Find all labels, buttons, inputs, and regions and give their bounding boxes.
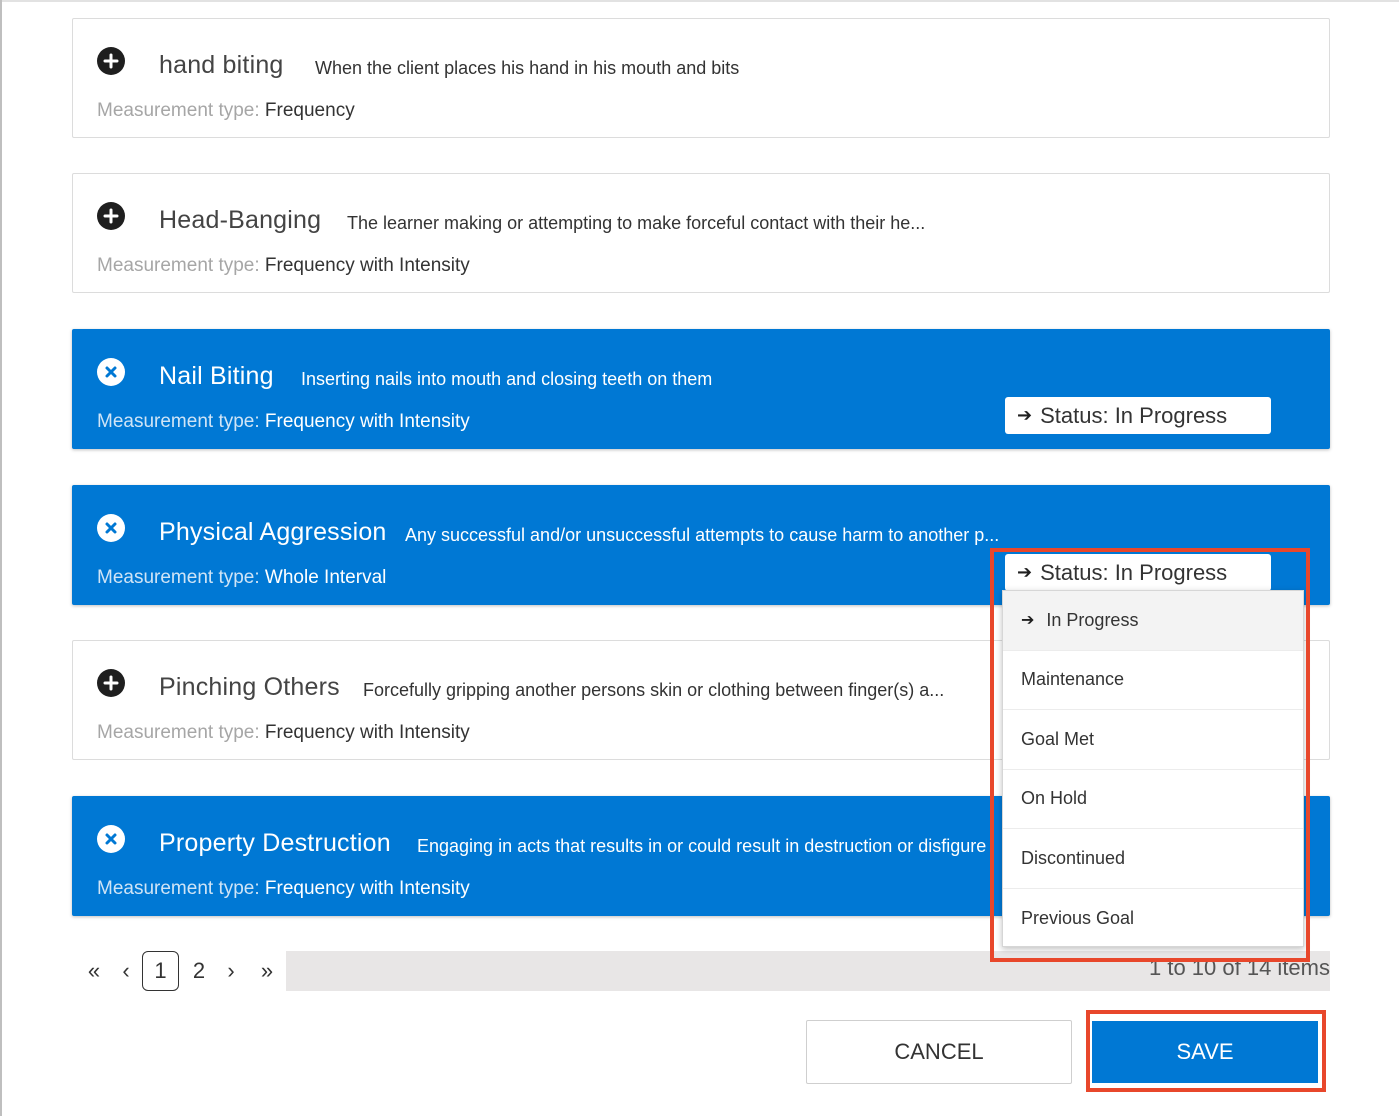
close-circle-icon[interactable]	[97, 825, 125, 853]
status-option-discontinued[interactable]: Discontinued	[1003, 829, 1303, 889]
status-dropdown-button[interactable]: ➔ Status: In Progress	[1005, 554, 1271, 591]
status-option-label: On Hold	[1021, 788, 1088, 809]
behavior-description: Inserting nails into mouth and closing t…	[301, 369, 713, 389]
behavior-card-nail-biting[interactable]: Nail Biting Inserting nails into mouth a…	[72, 329, 1330, 449]
measurement-type: Measurement type: Frequency with Intensi…	[97, 722, 470, 744]
status-option-label: Maintenance	[1021, 669, 1125, 690]
behavior-description: Engaging in acts that results in or coul…	[417, 836, 987, 856]
behavior-description: When the client places his hand in his m…	[315, 58, 740, 78]
measurement-type-label: Measurement type:	[97, 878, 260, 899]
status-option-label: Discontinued	[1021, 847, 1126, 868]
status-text: Status: In Progress	[1040, 402, 1228, 428]
measurement-type-label: Measurement type:	[97, 411, 260, 432]
status-option-in-progress[interactable]: ➔ In Progress	[1003, 591, 1303, 651]
measurement-type: Measurement type: Whole Interval	[97, 567, 386, 589]
next-page-button[interactable]: ›	[218, 951, 244, 991]
behavior-card-hand-biting[interactable]: hand biting When the client places his h…	[72, 18, 1330, 138]
measurement-type-value: Frequency with Intensity	[264, 255, 470, 276]
measurement-type-value: Frequency with Intensity	[264, 722, 470, 743]
last-page-button[interactable]: »	[252, 951, 282, 991]
status-dropdown-button[interactable]: ➔ Status: In Progress	[1005, 397, 1271, 434]
behavior-name: hand biting	[159, 51, 284, 79]
behavior-card-physical-aggression[interactable]: Physical Aggression Any successful and/o…	[72, 485, 1330, 605]
behavior-name: Head-Banging	[159, 206, 322, 234]
arrow-right-icon: ➔	[1017, 405, 1033, 425]
behavior-description: Any successful and/or unsuccessful attem…	[405, 525, 1000, 545]
arrow-right-icon: ➔	[1021, 612, 1035, 630]
measurement-type-label: Measurement type:	[97, 722, 260, 743]
behavior-description: Forcefully gripping another persons skin…	[363, 680, 945, 700]
close-circle-icon[interactable]	[97, 358, 125, 386]
measurement-type-value: Frequency	[264, 100, 355, 121]
status-option-on-hold[interactable]: On Hold	[1003, 770, 1303, 829]
measurement-type-label: Measurement type:	[97, 255, 260, 276]
status-dropdown-menu: ➔ In Progress Maintenance Goal Met On Ho…	[1002, 590, 1304, 947]
measurement-type-label: Measurement type:	[97, 100, 260, 121]
measurement-type: Measurement type: Frequency	[97, 100, 355, 122]
close-circle-icon[interactable]	[97, 514, 125, 542]
status-option-label: In Progress	[1046, 609, 1139, 630]
behavior-name: Pinching Others	[159, 673, 340, 701]
measurement-type-value: Whole Interval	[264, 567, 387, 588]
status-text: Status: In Progress	[1040, 559, 1228, 585]
status-option-label: Goal Met	[1021, 728, 1095, 749]
status-option-maintenance[interactable]: Maintenance	[1003, 651, 1303, 710]
arrow-right-icon: ➔	[1017, 562, 1033, 582]
measurement-type-label: Measurement type:	[97, 567, 260, 588]
status-option-previous-goal[interactable]: Previous Goal	[1003, 889, 1303, 949]
behavior-card-head-banging[interactable]: Head-Banging The learner making or attem…	[72, 173, 1330, 293]
behavior-name: Property Destruction	[159, 829, 391, 857]
behavior-description: The learner making or attempting to make…	[347, 213, 926, 233]
save-button[interactable]: SAVE	[1092, 1021, 1318, 1083]
cancel-button[interactable]: CANCEL	[806, 1020, 1072, 1084]
status-option-label: Previous Goal	[1021, 907, 1135, 928]
window-top-border	[0, 0, 1399, 2]
behavior-name: Physical Aggression	[159, 518, 387, 546]
measurement-type: Measurement type: Frequency with Intensi…	[97, 255, 470, 277]
plus-circle-icon[interactable]	[97, 47, 125, 75]
behavior-name: Nail Biting	[159, 362, 274, 390]
measurement-type-value: Frequency with Intensity	[264, 878, 470, 899]
first-page-button[interactable]: «	[80, 951, 108, 991]
pagination-bar: « ‹ 1 2 › » 1 to 10 of 14 items	[72, 951, 1330, 991]
items-count-text: 1 to 10 of 14 items	[1149, 955, 1330, 980]
page-button-2[interactable]: 2	[184, 951, 214, 991]
plus-circle-icon[interactable]	[97, 669, 125, 697]
status-option-goal-met[interactable]: Goal Met	[1003, 710, 1303, 770]
window-left-border	[0, 0, 2, 1116]
prev-page-button[interactable]: ‹	[114, 951, 138, 991]
measurement-type: Measurement type: Frequency with Intensi…	[97, 878, 470, 900]
page-button-1[interactable]: 1	[142, 951, 179, 991]
plus-circle-icon[interactable]	[97, 202, 125, 230]
measurement-type: Measurement type: Frequency with Intensi…	[97, 411, 470, 433]
measurement-type-value: Frequency with Intensity	[264, 411, 470, 432]
